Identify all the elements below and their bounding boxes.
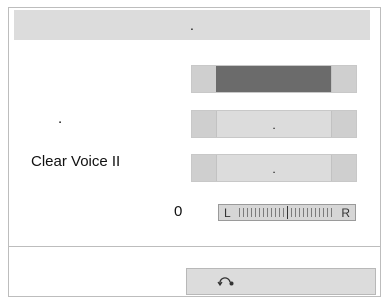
clear-voice-label: Clear Voice II xyxy=(31,153,121,170)
row-1-increase[interactable] xyxy=(331,66,356,92)
clear-voice-value: . xyxy=(272,162,276,176)
balance-slider[interactable]: L R xyxy=(218,204,356,221)
row-2-slider[interactable]: . xyxy=(191,110,357,138)
row-1-decrease[interactable] xyxy=(192,66,217,92)
settings-panel xyxy=(8,7,381,297)
row-2-increase[interactable] xyxy=(331,111,356,137)
panel-title: . xyxy=(190,17,194,33)
clear-voice-slider[interactable]: . xyxy=(191,154,357,182)
balance-indicator xyxy=(287,206,288,219)
balance-left-label: L xyxy=(224,205,231,220)
row-1-value xyxy=(216,66,332,92)
balance-value: 0 xyxy=(174,203,183,220)
row-2-value: . xyxy=(272,118,276,132)
reset-button[interactable] xyxy=(186,268,376,295)
row-2-decrease[interactable] xyxy=(192,111,217,137)
panel-title-bar: . xyxy=(14,10,370,40)
reset-icon xyxy=(217,275,235,289)
divider xyxy=(8,246,381,247)
row-2-label: . xyxy=(58,110,63,127)
clear-voice-increase[interactable] xyxy=(331,155,356,181)
row-1-slider[interactable] xyxy=(191,65,357,93)
balance-right-label: R xyxy=(341,205,350,220)
clear-voice-decrease[interactable] xyxy=(192,155,217,181)
